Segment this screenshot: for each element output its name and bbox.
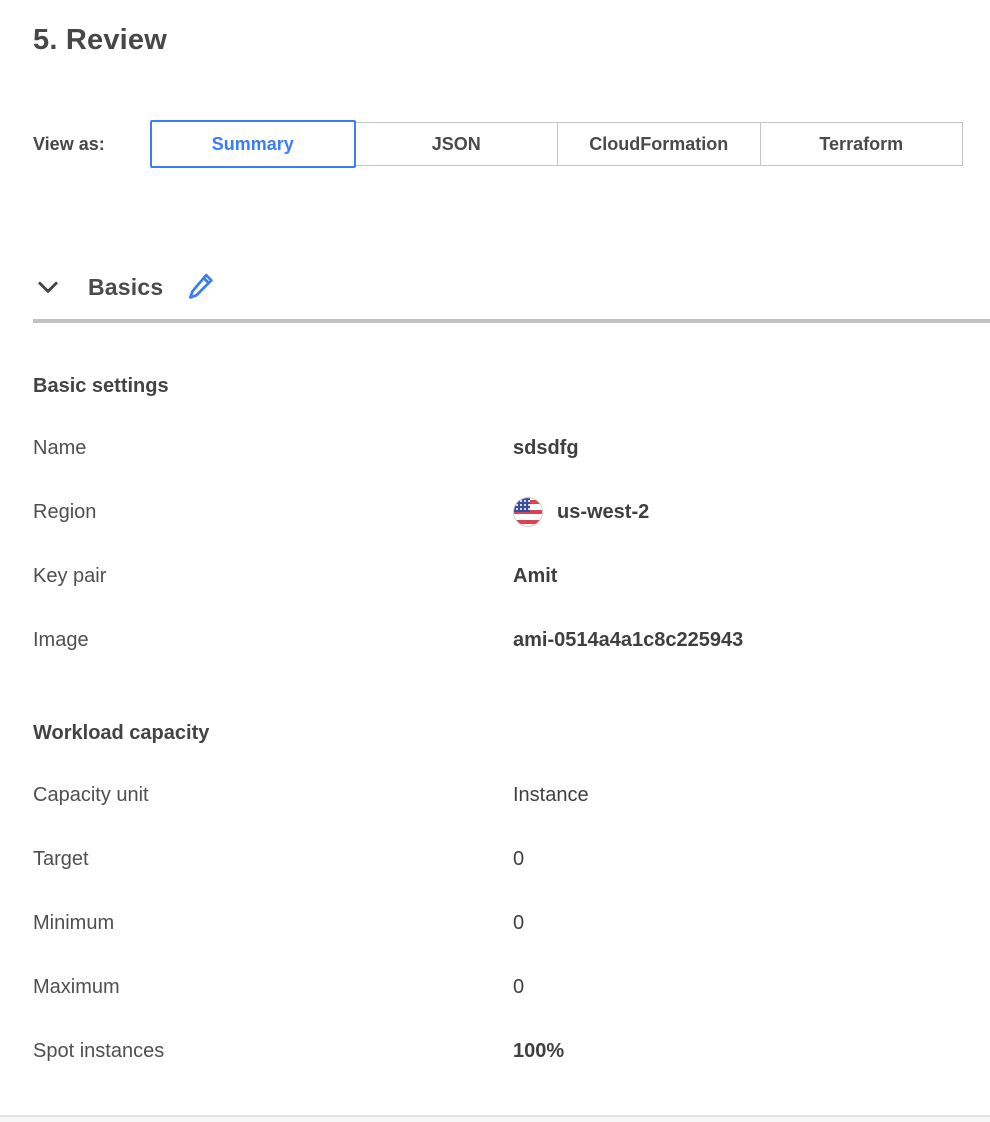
page-title: 5. Review	[33, 24, 990, 57]
edit-basics-button[interactable]	[185, 271, 217, 303]
row-target: Target 0	[33, 827, 990, 891]
row-value: 100%	[513, 1040, 564, 1063]
row-value: us-west-2	[513, 497, 649, 527]
row-region: Region us-west-2	[33, 480, 990, 544]
row-maximum: Maximum 0	[33, 955, 990, 1019]
workload-capacity-rows: Capacity unit Instance Target 0 Minimum …	[33, 763, 990, 1083]
tab-cloudformation[interactable]: CloudFormation	[557, 122, 761, 166]
workload-capacity-heading: Workload capacity	[33, 722, 990, 745]
basic-settings-heading: Basic settings	[33, 375, 990, 398]
tab-json[interactable]: JSON	[355, 122, 559, 166]
chevron-down-icon	[33, 272, 63, 302]
row-label: Region	[33, 501, 513, 524]
row-key-pair: Key pair Amit	[33, 544, 990, 608]
basics-section-header: Basics	[33, 271, 990, 303]
row-name: Name sdsdfg	[33, 416, 990, 480]
row-image: Image ami-0514a4a1c8c225943	[33, 608, 990, 672]
basics-section-title: Basics	[88, 274, 163, 301]
row-label: Capacity unit	[33, 784, 513, 807]
row-minimum: Minimum 0	[33, 891, 990, 955]
tab-summary[interactable]: Summary	[150, 120, 356, 168]
row-value: 0	[513, 848, 524, 871]
row-value: 0	[513, 912, 524, 935]
row-value: sdsdfg	[513, 437, 579, 460]
row-spot-instances: Spot instances 100%	[33, 1019, 990, 1083]
row-label: Image	[33, 629, 513, 652]
row-label: Spot instances	[33, 1040, 513, 1063]
pencil-icon	[186, 271, 216, 303]
tab-terraform[interactable]: Terraform	[760, 122, 964, 166]
basic-settings-rows: Name sdsdfg Region us-west-2 Key pair Am…	[33, 416, 990, 672]
row-value: ami-0514a4a1c8c225943	[513, 629, 743, 652]
next-section-edge	[0, 1117, 990, 1122]
row-label: Name	[33, 437, 513, 460]
view-as-label: View as:	[33, 134, 150, 155]
basics-section-divider	[33, 319, 990, 323]
view-as-row: View as: Summary JSON CloudFormation Ter…	[33, 120, 963, 168]
row-label: Maximum	[33, 976, 513, 999]
view-as-tab-group: Summary JSON CloudFormation Terraform	[150, 120, 963, 168]
row-label: Key pair	[33, 565, 513, 588]
row-capacity-unit: Capacity unit Instance	[33, 763, 990, 827]
region-value: us-west-2	[557, 501, 649, 524]
us-flag-icon	[513, 497, 543, 527]
row-label: Minimum	[33, 912, 513, 935]
row-value: Amit	[513, 565, 557, 588]
row-label: Target	[33, 848, 513, 871]
review-page: 5. Review View as: Summary JSON CloudFor…	[0, 24, 990, 1122]
collapse-section-button[interactable]	[33, 272, 63, 302]
row-value: Instance	[513, 784, 589, 807]
row-value: 0	[513, 976, 524, 999]
